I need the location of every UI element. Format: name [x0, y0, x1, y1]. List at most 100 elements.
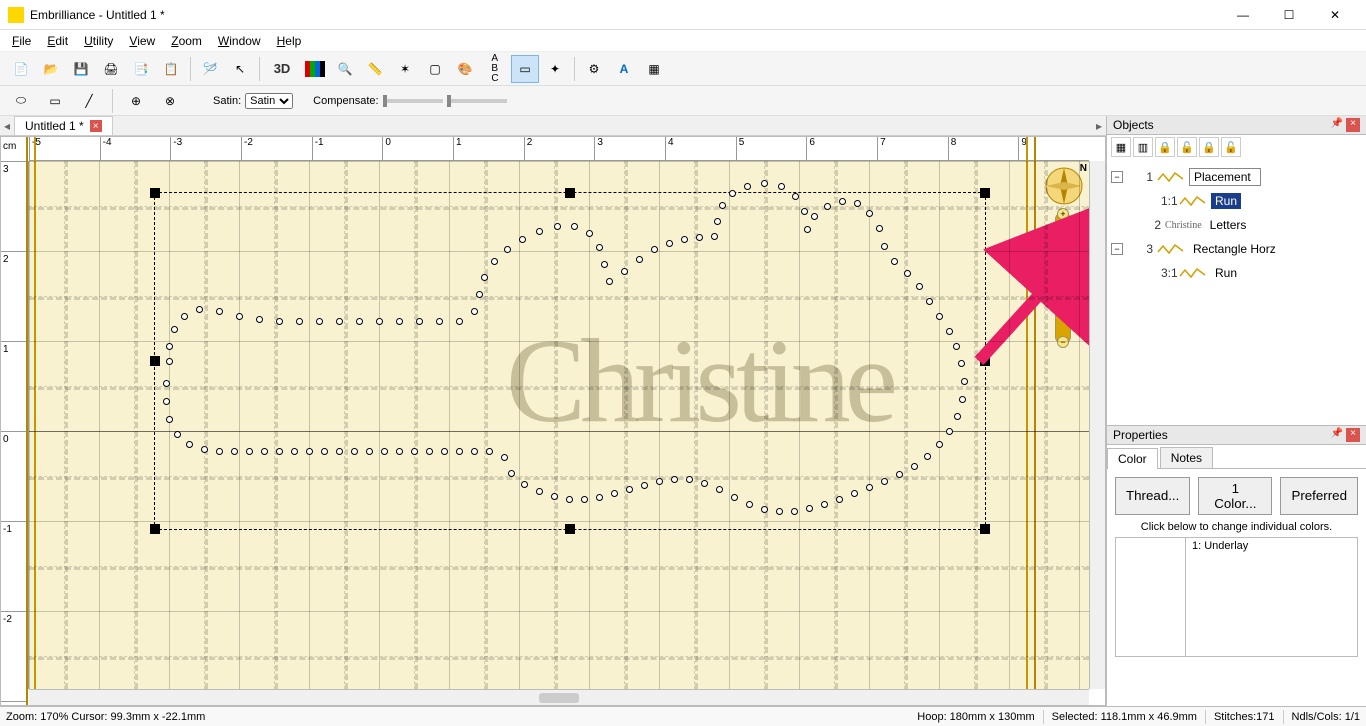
stitch-point[interactable]	[746, 501, 753, 508]
palette-button[interactable]: 🎨	[451, 55, 479, 83]
open-button[interactable]: 📂	[37, 55, 65, 83]
shape-tool[interactable]: ✦	[541, 55, 569, 83]
save-button[interactable]: 💾	[67, 55, 95, 83]
stitch-point[interactable]	[536, 228, 543, 235]
stitch-point[interactable]	[596, 244, 603, 251]
stitch-point[interactable]	[936, 313, 943, 320]
stitch-point[interactable]	[953, 343, 960, 350]
stitch-point[interactable]	[571, 223, 578, 230]
stitch-point[interactable]	[381, 448, 388, 455]
tree-item-letters[interactable]: 2 Christine Letters	[1111, 213, 1362, 237]
stitch-point[interactable]	[586, 230, 593, 237]
color-entry[interactable]: 1: Underlay	[1186, 538, 1254, 656]
stitch-point[interactable]	[701, 480, 708, 487]
needle-button[interactable]: 🪡	[196, 55, 224, 83]
stitch-point[interactable]	[626, 486, 633, 493]
stitch-point[interactable]	[806, 505, 813, 512]
canvas[interactable]: cm -5-4-3-2-10123456789 3210-1-2-3	[0, 136, 1106, 706]
link-tool[interactable]: ⊕	[122, 87, 150, 115]
color-list[interactable]: 1: Underlay	[1115, 537, 1358, 657]
stitch-point[interactable]	[958, 360, 965, 367]
stitch-point[interactable]	[306, 448, 313, 455]
stitch-point[interactable]	[881, 243, 888, 250]
close-tab-icon[interactable]: ×	[90, 120, 102, 132]
colors-button[interactable]	[301, 55, 329, 83]
stitch-point[interactable]	[671, 476, 678, 483]
tab-color[interactable]: Color	[1107, 448, 1158, 469]
stitch-point[interactable]	[551, 493, 558, 500]
pin-icon[interactable]: 📌	[1330, 428, 1344, 442]
stitch-point[interactable]	[851, 490, 858, 497]
menu-help[interactable]: Help	[269, 32, 310, 50]
stitch-point[interactable]	[216, 448, 223, 455]
resize-handle-e[interactable]	[980, 356, 990, 366]
tab-notes[interactable]: Notes	[1160, 447, 1213, 468]
stitch-point[interactable]	[521, 481, 528, 488]
grid-button[interactable]: ✶	[391, 55, 419, 83]
stitch-point[interactable]	[596, 494, 603, 501]
pin-icon[interactable]: 📌	[1330, 118, 1344, 132]
menu-edit[interactable]: Edit	[39, 32, 76, 50]
tree-item-rectangle[interactable]: − 3 Rectangle Horz	[1111, 237, 1362, 261]
text-button[interactable]: A	[610, 55, 638, 83]
stitch-point[interactable]	[891, 258, 898, 265]
panel-close-icon[interactable]: ×	[1346, 428, 1360, 442]
tab-scroll-right[interactable]: ▸	[1092, 119, 1106, 133]
maximize-button[interactable]: ☐	[1266, 0, 1312, 30]
stitch-point[interactable]	[581, 496, 588, 503]
stitch-point[interactable]	[316, 318, 323, 325]
stitch-point[interactable]	[946, 328, 953, 335]
stitch-point[interactable]	[744, 183, 751, 190]
stitch-point[interactable]	[696, 234, 703, 241]
resize-handle-sw[interactable]	[150, 524, 160, 534]
stitch-point[interactable]	[792, 193, 799, 200]
stitch-point[interactable]	[916, 283, 923, 290]
resize-handle-n[interactable]	[565, 188, 575, 198]
one-color-button[interactable]: 1 Color...	[1198, 477, 1272, 515]
preferred-button[interactable]: Preferred	[1280, 477, 1358, 515]
stitch-point[interactable]	[719, 202, 726, 209]
stitch-point[interactable]	[186, 441, 193, 448]
stitch-point[interactable]	[641, 482, 648, 489]
compensate-slider[interactable]	[383, 99, 443, 103]
design-canvas[interactable]: Christine N + −	[29, 161, 1089, 689]
rect-tool[interactable]: ▭	[41, 87, 69, 115]
stitch-point[interactable]	[456, 448, 463, 455]
stitch-point[interactable]	[801, 208, 808, 215]
hoop-button[interactable]: ▢	[421, 55, 449, 83]
edit-button[interactable]: ▦	[640, 55, 668, 83]
zoom-slider[interactable]: + −	[1055, 213, 1071, 343]
select-tool[interactable]: ▭	[511, 55, 539, 83]
stitch-point[interactable]	[954, 413, 961, 420]
stitch-point[interactable]	[636, 256, 643, 263]
stitch-point[interactable]	[519, 236, 526, 243]
stitch-point[interactable]	[761, 180, 768, 187]
ellipse-tool[interactable]: ⬭	[7, 87, 35, 115]
stitch-point[interactable]	[336, 448, 343, 455]
stitch-point[interactable]	[839, 198, 846, 205]
stitch-point[interactable]	[904, 270, 911, 277]
unlink-tool[interactable]: ⊗	[156, 87, 184, 115]
stitch-point[interactable]	[471, 308, 478, 315]
stitch-point[interactable]	[711, 233, 718, 240]
new-button[interactable]: 📄	[7, 55, 35, 83]
paste-button[interactable]: 📋	[157, 55, 185, 83]
stitch-point[interactable]	[866, 210, 873, 217]
expand-icon[interactable]: −	[1111, 171, 1123, 183]
stitch-point[interactable]	[231, 448, 238, 455]
stitch-point[interactable]	[716, 486, 723, 493]
stitch-point[interactable]	[181, 313, 188, 320]
stitch-point[interactable]	[321, 448, 328, 455]
stitch-point[interactable]	[536, 488, 543, 495]
menu-zoom[interactable]: Zoom	[163, 32, 210, 50]
stitch-point[interactable]	[804, 226, 811, 233]
arrow-button[interactable]: ↖	[226, 55, 254, 83]
stitch-point[interactable]	[296, 318, 303, 325]
3d-button[interactable]: 3D	[265, 55, 299, 83]
stitch-point[interactable]	[376, 318, 383, 325]
panel-close-icon[interactable]: ×	[1346, 118, 1360, 132]
stitch-point[interactable]	[366, 448, 373, 455]
stitch-point[interactable]	[836, 496, 843, 503]
stitch-point[interactable]	[336, 318, 343, 325]
menu-file[interactable]: File	[4, 32, 39, 50]
